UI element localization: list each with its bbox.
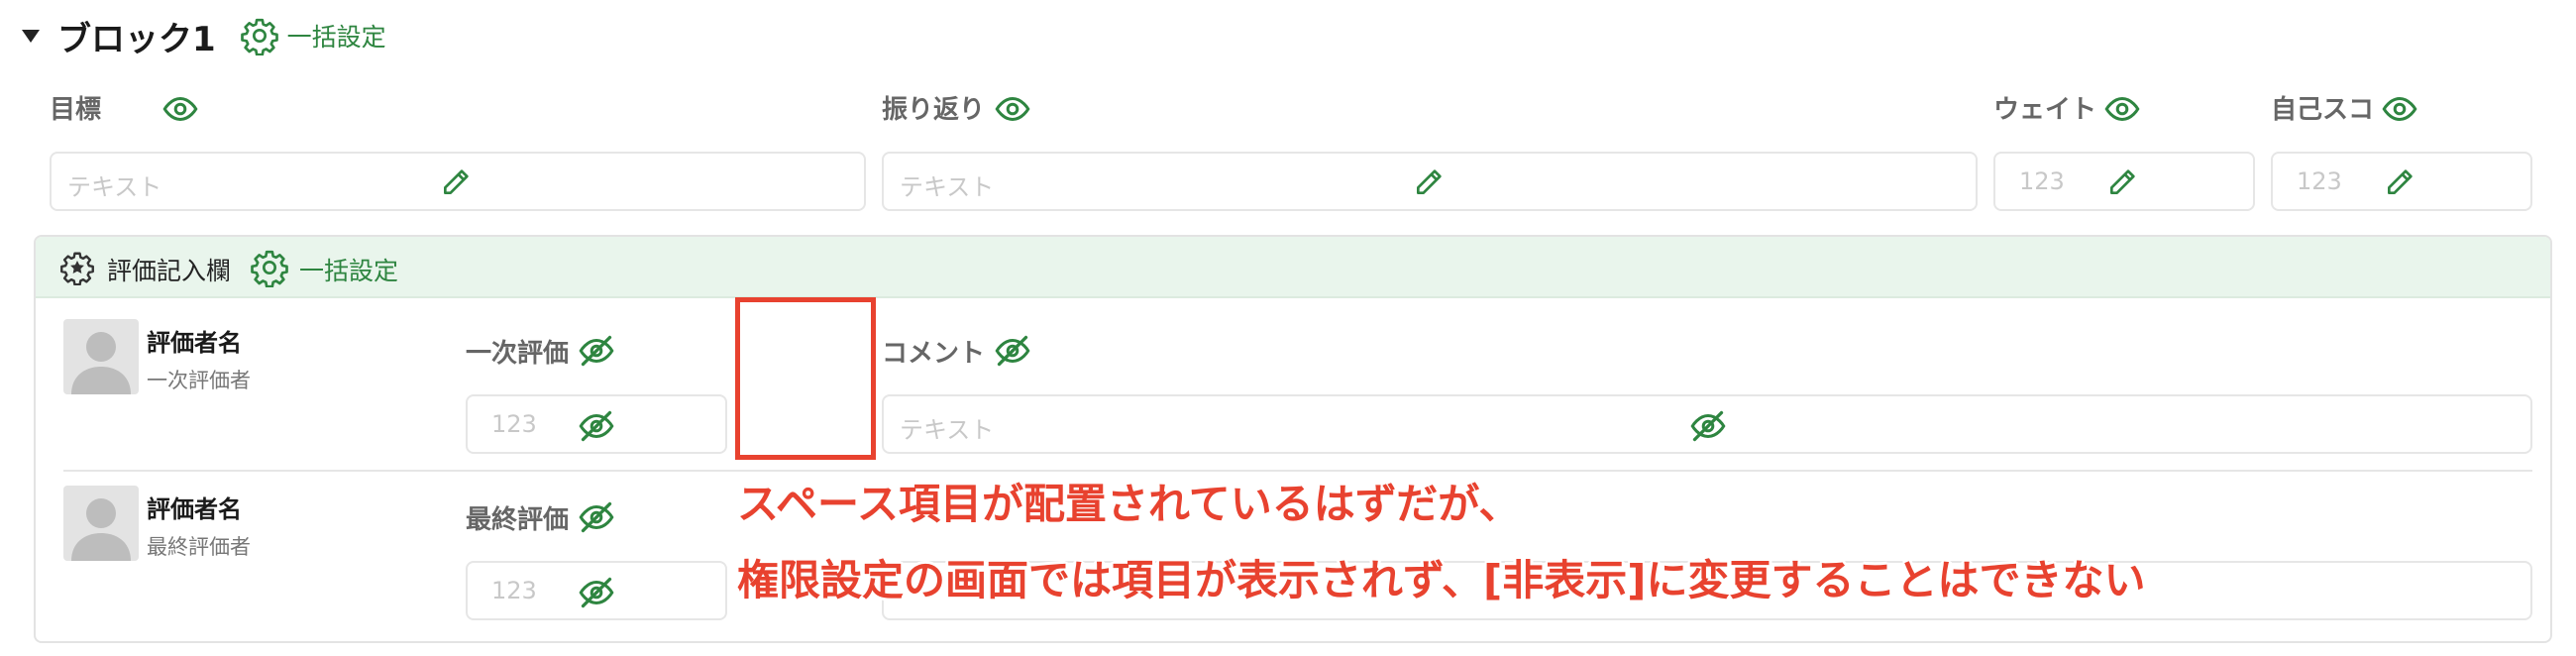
weight-input[interactable]: 123 (1993, 152, 2255, 211)
final-evaluation-input[interactable]: 123 (466, 561, 727, 620)
weight-placeholder: 123 (2019, 167, 2065, 195)
pencil-icon[interactable] (2106, 166, 2138, 198)
bulk-settings-button[interactable]: 一括設定 (287, 18, 386, 54)
bulk-settings-button[interactable]: 一括設定 (299, 252, 398, 287)
goal-placeholder: テキスト (67, 173, 162, 201)
eye-slash-icon[interactable] (579, 499, 614, 535)
block-title: ブロック1 (57, 19, 216, 59)
column-label-self-score: 自己スコ (2271, 95, 2375, 125)
column-label-goal: 目標 (50, 95, 102, 125)
user-avatar-icon (63, 319, 139, 394)
evaluator-role: 最終評価者 (147, 535, 251, 559)
evaluator-name: 評価者名 (147, 329, 242, 357)
first-evaluation-placeholder: 123 (491, 410, 537, 438)
eye-slash-icon[interactable] (1690, 408, 1726, 444)
eye-slash-icon[interactable] (579, 408, 614, 444)
eye-slash-icon[interactable] (579, 333, 614, 369)
annotation-line-1: スペース項目が配置されているはずだが、 (737, 480, 1521, 528)
eye-icon[interactable] (2382, 91, 2417, 127)
caret-down-icon[interactable] (22, 29, 40, 43)
first-evaluation-input[interactable]: 123 (466, 394, 727, 454)
empty-space-item-highlight (735, 297, 876, 460)
column-label-reflection: 振り返り (882, 95, 986, 125)
first-evaluation-label: 一次評価 (466, 339, 570, 369)
reflection-placeholder: テキスト (900, 173, 995, 201)
reflection-input[interactable]: テキスト (882, 152, 1978, 211)
gear-icon[interactable] (240, 16, 279, 55)
eye-icon[interactable] (995, 91, 1030, 127)
eye-icon[interactable] (2104, 91, 2140, 127)
evaluation-panel-title: 評価記入欄 (107, 257, 232, 285)
annotation-line-2: 権限設定の画面では項目が表示されず、[非表示]に変更することはできない (737, 556, 2146, 604)
pencil-icon[interactable] (2384, 166, 2415, 198)
pencil-icon[interactable] (1413, 166, 1445, 198)
eye-slash-icon[interactable] (995, 333, 1030, 369)
evaluator-role: 一次評価者 (147, 369, 251, 392)
pencil-icon[interactable] (440, 166, 472, 198)
evaluation-panel-header: 評価記入欄 一括設定 (36, 237, 2550, 298)
evaluator-name: 評価者名 (147, 495, 242, 523)
final-evaluation-label: 最終評価 (466, 505, 570, 535)
star-badge-icon (59, 250, 95, 285)
gear-icon[interactable] (250, 248, 289, 287)
eye-slash-icon[interactable] (579, 575, 614, 610)
self-score-input[interactable]: 123 (2271, 152, 2532, 211)
self-score-placeholder: 123 (2297, 167, 2342, 195)
final-evaluation-placeholder: 123 (491, 577, 537, 604)
eye-icon[interactable] (162, 91, 198, 127)
column-label-weight: ウェイト (1993, 95, 2097, 125)
comment-label: コメント (882, 339, 986, 369)
user-avatar-icon (63, 486, 139, 561)
comment-input[interactable]: テキスト (882, 394, 2532, 454)
comment-placeholder: テキスト (900, 416, 995, 444)
block-header: ブロック1 一括設定 (22, 16, 386, 59)
goal-input[interactable]: テキスト (50, 152, 866, 211)
